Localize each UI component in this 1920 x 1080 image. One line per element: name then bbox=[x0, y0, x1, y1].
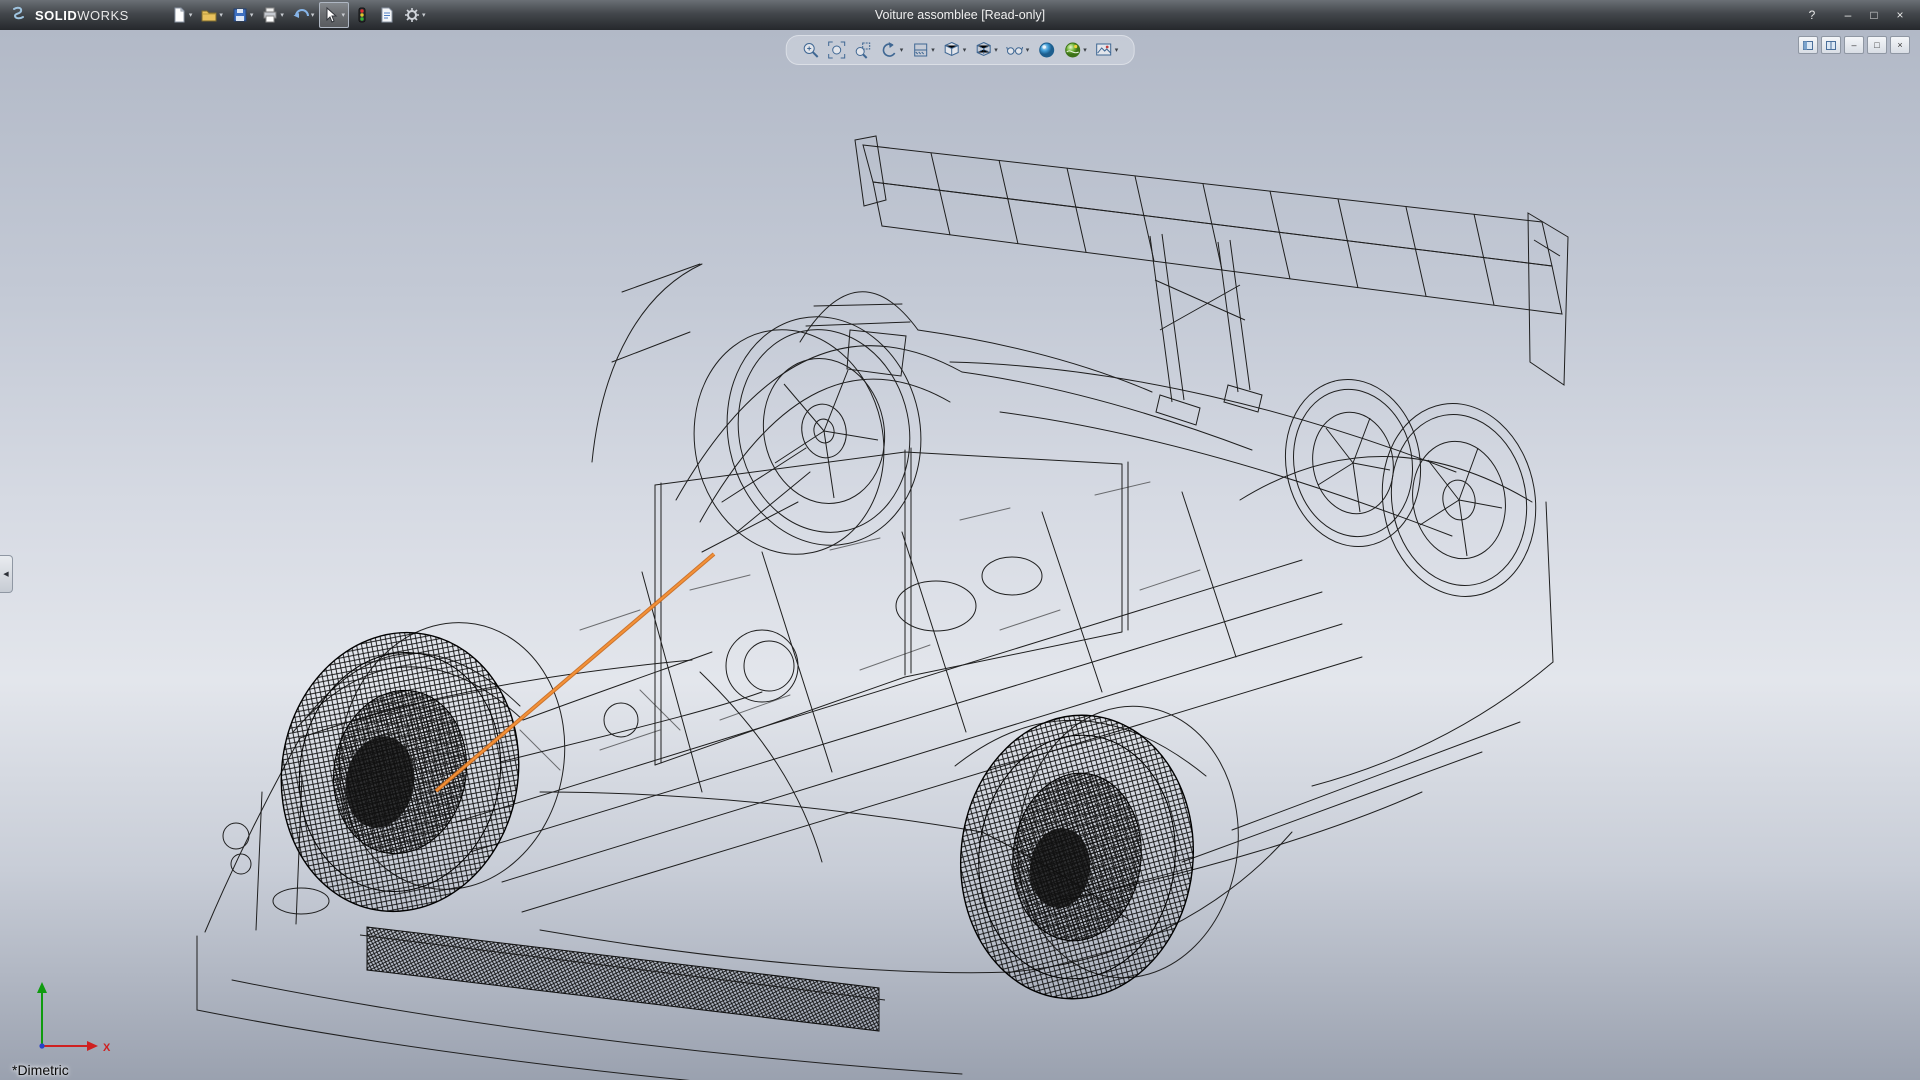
front-left-wheel bbox=[259, 605, 585, 931]
maximize-button[interactable]: □ bbox=[1864, 6, 1884, 24]
solidworks-window: { "window": { "brand": { "name_bold": "S… bbox=[0, 0, 1920, 1080]
brand-name-light: WORKS bbox=[77, 8, 129, 23]
display-style-button[interactable] bbox=[971, 38, 1001, 62]
view-settings-button[interactable] bbox=[1092, 38, 1122, 62]
document-minimize-button[interactable]: – bbox=[1844, 36, 1864, 54]
reference-triad: X bbox=[26, 974, 122, 1058]
new-document-icon bbox=[171, 7, 187, 23]
undo-button[interactable] bbox=[289, 2, 319, 28]
minimize-button[interactable]: – bbox=[1838, 6, 1858, 24]
front-grille-mesh bbox=[360, 927, 885, 1031]
document-close-button[interactable]: × bbox=[1890, 36, 1910, 54]
file-properties-button[interactable] bbox=[375, 2, 399, 28]
new-document-button[interactable] bbox=[167, 2, 197, 28]
print-button[interactable] bbox=[258, 2, 288, 28]
previous-view-icon bbox=[880, 41, 898, 59]
document-restore-button[interactable]: □ bbox=[1867, 36, 1887, 54]
view-orientation-button[interactable] bbox=[940, 38, 970, 62]
open-button[interactable] bbox=[197, 2, 227, 28]
hide-show-items-button[interactable] bbox=[1003, 38, 1033, 62]
section-view-button[interactable] bbox=[908, 38, 938, 62]
view-orientation-cube-icon bbox=[943, 41, 961, 59]
main-toolbar bbox=[167, 2, 430, 28]
window-title: Voiture assomblee [Read-only] bbox=[875, 8, 1045, 22]
file-properties-icon bbox=[379, 7, 395, 23]
triad-x-label: X bbox=[103, 1042, 111, 1054]
feature-manager-pane-button[interactable] bbox=[1798, 36, 1818, 54]
section-view-icon bbox=[911, 41, 929, 59]
save-floppy-icon bbox=[232, 7, 248, 23]
apply-scene-icon bbox=[1063, 41, 1081, 59]
triad-y-arrowhead bbox=[37, 982, 47, 993]
document-window-controls: – □ × bbox=[1798, 36, 1910, 54]
front-right-wheel bbox=[674, 299, 942, 573]
select-cursor-icon bbox=[323, 7, 339, 23]
zoom-to-area-button[interactable] bbox=[851, 38, 875, 62]
collapse-arrow-icon: ◀ bbox=[3, 570, 8, 578]
rear-right-wheel-inner bbox=[1272, 369, 1433, 558]
brand-name-bold: SOLID bbox=[35, 8, 77, 23]
view-orientation-label: *Dimetric bbox=[12, 1062, 69, 1078]
help-button[interactable]: ? bbox=[1802, 6, 1822, 24]
title-bar: SOLIDWORKS bbox=[0, 0, 1920, 30]
select-button[interactable] bbox=[319, 2, 349, 28]
window-controls: ? – □ × bbox=[1802, 6, 1920, 24]
brand-name: SOLIDWORKS bbox=[35, 8, 129, 23]
apply-scene-button[interactable] bbox=[1060, 38, 1090, 62]
graphics-area[interactable]: – □ × ◀ X *Dimetric bbox=[0, 30, 1920, 1080]
heads-up-view-toolbar bbox=[786, 35, 1135, 65]
split-pane-button[interactable] bbox=[1821, 36, 1841, 54]
triad-x-arrowhead bbox=[87, 1041, 98, 1051]
pane-left-icon bbox=[1803, 41, 1813, 50]
rebuild-traffic-light-icon bbox=[354, 7, 370, 23]
wireframe-car-model bbox=[0, 30, 1920, 1080]
print-icon bbox=[262, 7, 278, 23]
zoom-in-out-button[interactable] bbox=[799, 38, 823, 62]
options-gear-icon bbox=[404, 7, 420, 23]
zoom-to-area-icon bbox=[854, 41, 872, 59]
close-button[interactable]: × bbox=[1890, 6, 1910, 24]
hide-show-glasses-icon bbox=[1006, 41, 1024, 59]
dassault-3ds-logo-icon bbox=[8, 6, 30, 24]
brand: SOLIDWORKS bbox=[0, 6, 141, 24]
edit-appearance-button[interactable] bbox=[1034, 38, 1058, 62]
pane-split-icon bbox=[1826, 41, 1836, 50]
edit-appearance-sphere-icon bbox=[1037, 41, 1055, 59]
options-button[interactable] bbox=[400, 2, 430, 28]
view-settings-icon bbox=[1095, 41, 1113, 59]
zoom-in-out-icon bbox=[802, 41, 820, 59]
rear-right-wheel-outer bbox=[1367, 391, 1550, 608]
display-style-wireframe-icon bbox=[974, 41, 992, 59]
previous-view-button[interactable] bbox=[877, 38, 907, 62]
zoom-to-fit-icon bbox=[828, 41, 846, 59]
feature-manager-collapse-tab[interactable]: ◀ bbox=[0, 555, 13, 593]
rebuild-button[interactable] bbox=[350, 2, 374, 28]
undo-icon bbox=[293, 7, 309, 23]
triad-z-axis bbox=[39, 1043, 44, 1048]
open-folder-icon bbox=[201, 7, 217, 23]
rear-wing bbox=[855, 136, 1568, 425]
save-button[interactable] bbox=[228, 2, 258, 28]
zoom-to-fit-button[interactable] bbox=[825, 38, 849, 62]
